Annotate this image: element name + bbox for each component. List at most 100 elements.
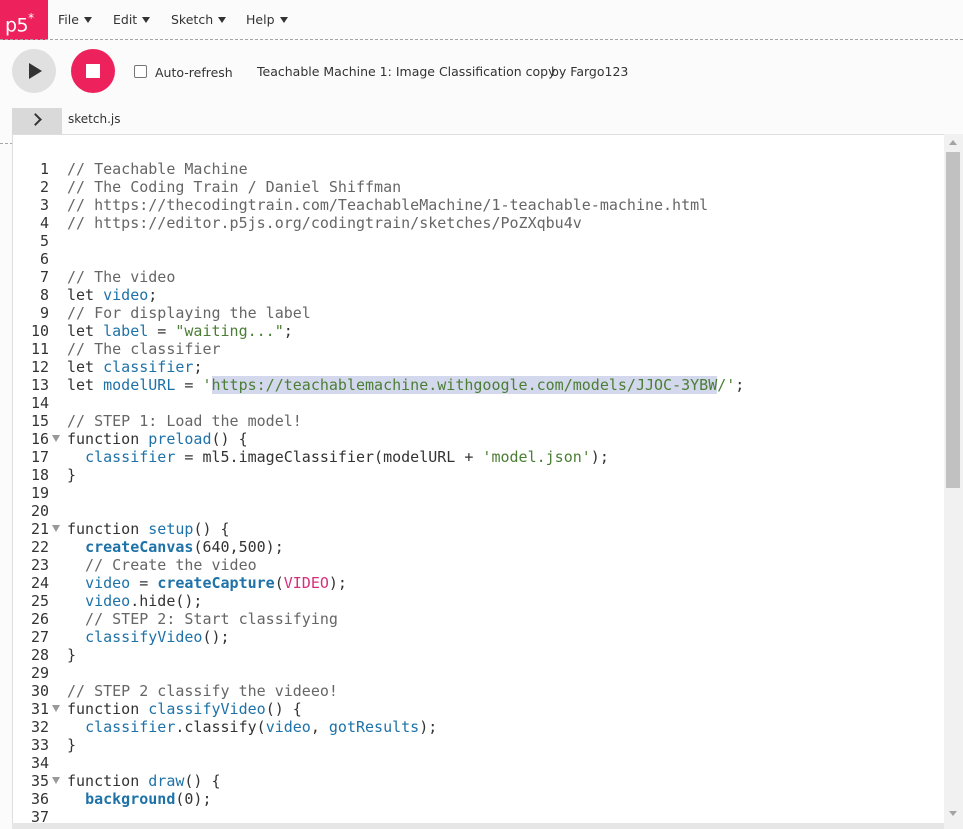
code-line[interactable]: 22 createCanvas(640,500); [13, 538, 943, 556]
code-line[interactable]: 17 classifier = ml5.imageClassifier(mode… [13, 448, 943, 466]
menu-edit[interactable]: Edit [113, 11, 151, 29]
line-number: 2 [39, 178, 49, 196]
code-line[interactable]: 15 // STEP 1: Load the model! [13, 412, 943, 430]
code-text: function draw() { [67, 772, 221, 790]
code-token: draw [148, 772, 185, 790]
code-token: VIDEO [283, 574, 329, 592]
menu-file[interactable]: File [58, 11, 92, 29]
chevron-down-icon [83, 16, 92, 23]
file-tab-sketch-js[interactable]: sketch.js [68, 112, 120, 126]
code-line[interactable]: 29 [13, 664, 943, 682]
fold-arrow-icon[interactable] [52, 525, 60, 532]
code-line[interactable]: 32 classifier.classify(video, gotResults… [13, 718, 943, 736]
code-line[interactable]: 36 background(0); [13, 790, 943, 808]
code-line[interactable]: 26 // STEP 2: Start classifying [13, 610, 943, 628]
code-lines[interactable]: 1 // Teachable Machine 2 // The Coding Trai… [13, 160, 943, 826]
p5-logo[interactable]: p5* [0, 0, 48, 40]
code-line[interactable]: 34 [13, 754, 943, 772]
code-line[interactable]: 33} [13, 736, 943, 754]
code-line[interactable]: 12 let classifier; [13, 358, 943, 376]
line-number: 33 [30, 736, 49, 754]
code-line[interactable]: 23 // Create the video [13, 556, 943, 574]
code-line[interactable]: 30 // STEP 2 classify the videeo! [13, 682, 943, 700]
scroll-thumb[interactable] [946, 152, 960, 488]
auto-refresh-checkbox[interactable] [134, 65, 147, 78]
code-line[interactable]: 35 function draw() { [13, 772, 943, 790]
code-line[interactable]: 18} [13, 466, 943, 484]
project-owner[interactable]: by Fargo123 [551, 64, 628, 79]
line-number: 13 [30, 376, 49, 394]
chevron-right-icon [29, 113, 42, 126]
code-line[interactable]: 8 let video; [13, 286, 943, 304]
scroll-up-arrow-icon[interactable] [949, 140, 957, 145]
menu-help[interactable]: Help [246, 11, 288, 29]
menu-edit-label: Edit [113, 12, 138, 27]
code-token: // STEP 1: Load the model! [67, 412, 302, 430]
line-number: 1 [39, 160, 49, 178]
menu-file-label: File [58, 12, 79, 27]
code-line[interactable]: 4 // https://editor.p5js.org/codingtrain/… [13, 214, 943, 232]
fold-arrow-icon[interactable] [52, 777, 60, 784]
top-nav: p5* File Edit Sketch Help [0, 0, 963, 40]
chevron-down-icon [142, 16, 151, 23]
editor-horizontal-scrollbar[interactable] [12, 823, 944, 829]
code-token: let [67, 286, 104, 304]
code-text: // The classifier [67, 340, 221, 358]
line-number: 25 [30, 592, 49, 610]
stop-button[interactable] [71, 49, 115, 93]
code-line[interactable]: 6 [13, 250, 943, 268]
code-token: .hide(); [130, 592, 203, 610]
code-text: let modelURL = 'https://teachablemachine… [67, 376, 744, 394]
code-token: function [67, 520, 149, 538]
code-line[interactable]: 20 [13, 502, 943, 520]
code-token: // https://thecodingtrain.com/TeachableM… [67, 196, 709, 214]
code-line[interactable]: 10 let label = "waiting..."; [13, 322, 943, 340]
code-token: createCanvas [85, 538, 194, 556]
code-text: let classifier; [67, 358, 202, 376]
code-line[interactable]: 11 // The classifier [13, 340, 943, 358]
code-line[interactable]: 28} [13, 646, 943, 664]
code-line[interactable]: 5 [13, 232, 943, 250]
chevron-down-icon [279, 16, 288, 23]
code-token: (); [202, 628, 230, 646]
code-line[interactable]: 19 [13, 484, 943, 502]
code-line[interactable]: 24 video = createCapture(VIDEO); [13, 574, 943, 592]
code-line[interactable]: 14 [13, 394, 943, 412]
code-line[interactable]: 25 video.hide(); [13, 592, 943, 610]
code-line[interactable]: 21 function setup() { [13, 520, 943, 538]
line-number: 35 [30, 772, 49, 790]
toolbar: Auto-refresh Teachable Machine 1: Image … [0, 40, 963, 144]
code-token: // https://editor.p5js.org/codingtrain/s… [67, 214, 582, 232]
code-token: function [67, 430, 149, 448]
code-text: function preload() { [67, 430, 248, 448]
code-text: // https://thecodingtrain.com/TeachableM… [67, 196, 708, 214]
code-token: // The video [67, 268, 176, 286]
code-line[interactable]: 9 // For displaying the label [13, 304, 943, 322]
line-number: 26 [30, 610, 49, 628]
fold-arrow-icon[interactable] [52, 705, 60, 712]
fold-arrow-icon[interactable] [52, 435, 60, 442]
line-number: 10 [30, 322, 49, 340]
editor-vertical-scrollbar[interactable] [944, 134, 963, 829]
sidebar-toggle-button[interactable] [12, 108, 62, 134]
play-button[interactable] [12, 49, 56, 93]
code-line[interactable]: 27 classifyVideo(); [13, 628, 943, 646]
code-line[interactable]: 13 let modelURL = 'https://teachablemachi… [13, 376, 943, 394]
code-line[interactable]: 3 // https://thecodingtrain.com/Teachable… [13, 196, 943, 214]
project-name[interactable]: Teachable Machine 1: Image Classificatio… [257, 64, 555, 79]
menu-sketch[interactable]: Sketch [171, 11, 227, 29]
line-number: 18 [30, 466, 49, 484]
code-line[interactable]: 1 // Teachable Machine [13, 160, 943, 178]
code-text: video = createCapture(VIDEO); [67, 574, 347, 592]
scroll-down-arrow-icon[interactable] [949, 811, 957, 816]
code-line[interactable]: 7 // The video [13, 268, 943, 286]
line-number: 36 [30, 790, 49, 808]
code-line[interactable]: 2 // The Coding Train / Daniel Shiffman [13, 178, 943, 196]
code-token: = [175, 376, 203, 394]
code-token: } [67, 736, 77, 754]
code-line[interactable]: 16 function preload() { [13, 430, 943, 448]
line-number: 16 [30, 430, 49, 448]
code-editor[interactable]: 1 // Teachable Machine 2 // The Coding Trai… [12, 134, 963, 829]
code-token: // STEP 2: Start classifying [67, 610, 338, 628]
code-line[interactable]: 31 function classifyVideo() { [13, 700, 943, 718]
